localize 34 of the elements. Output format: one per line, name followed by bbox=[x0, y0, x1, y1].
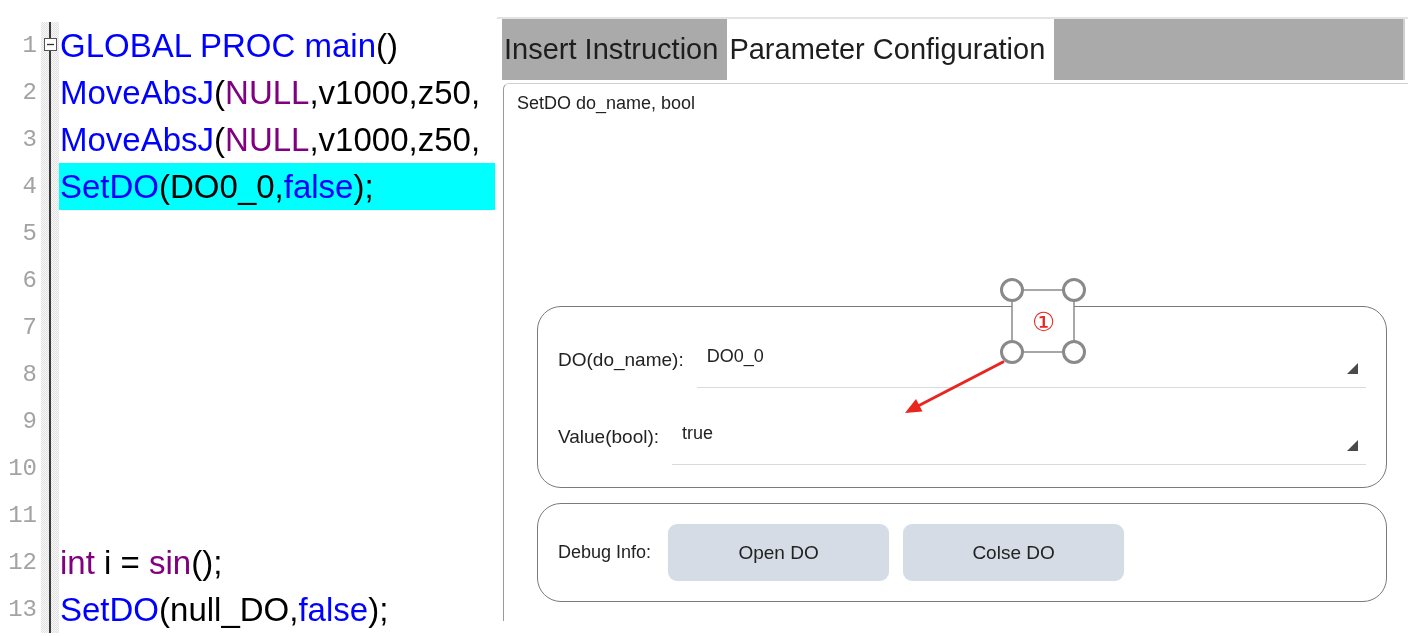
code-line: MoveAbsJ(NULL,v1000,z50, bbox=[59, 120, 481, 159]
line-number: 3 bbox=[22, 126, 38, 153]
code-line: int i = sin(); bbox=[59, 543, 223, 582]
debug-button[interactable]: Colse DO bbox=[903, 524, 1125, 581]
resize-handle[interactable] bbox=[1000, 278, 1024, 302]
callout-number: ① bbox=[1032, 307, 1056, 337]
field-label: DO(do_name): bbox=[558, 349, 684, 371]
debug-button[interactable]: Open DO bbox=[668, 524, 890, 581]
line-number: 1 bbox=[22, 32, 38, 59]
line-number: 12 bbox=[8, 549, 38, 576]
code-line: SetDO(null_DO,false); bbox=[59, 590, 389, 629]
line-number: 9 bbox=[22, 408, 38, 435]
tab[interactable]: Parameter Configuration bbox=[727, 19, 1055, 80]
line-number: 4 bbox=[22, 173, 38, 200]
corner-triangle-icon bbox=[1347, 440, 1358, 451]
resize-handle[interactable] bbox=[1062, 278, 1086, 302]
line-number: 13 bbox=[8, 596, 38, 623]
line-number: 6 bbox=[22, 267, 38, 294]
dropdown-field[interactable]: true bbox=[672, 418, 1366, 465]
line-number: 5 bbox=[22, 220, 38, 247]
code-line: GLOBAL PROC main() bbox=[59, 26, 399, 65]
line-number: 11 bbox=[8, 502, 38, 529]
line-number: 2 bbox=[22, 79, 38, 106]
debug-label: Debug Info: bbox=[558, 542, 652, 563]
line-number: 10 bbox=[8, 455, 38, 482]
line-number: 8 bbox=[22, 361, 38, 388]
corner-triangle-icon bbox=[1347, 363, 1358, 374]
minus-box-icon[interactable] bbox=[43, 38, 57, 51]
instruction-signature: SetDO do_name, bool bbox=[517, 93, 696, 114]
resize-handle[interactable] bbox=[1062, 340, 1086, 364]
code-line: MoveAbsJ(NULL,v1000,z50, bbox=[59, 73, 481, 112]
field-label: Value(bool): bbox=[558, 426, 660, 448]
resize-handle[interactable] bbox=[1000, 340, 1024, 364]
line-number: 7 bbox=[22, 314, 38, 341]
